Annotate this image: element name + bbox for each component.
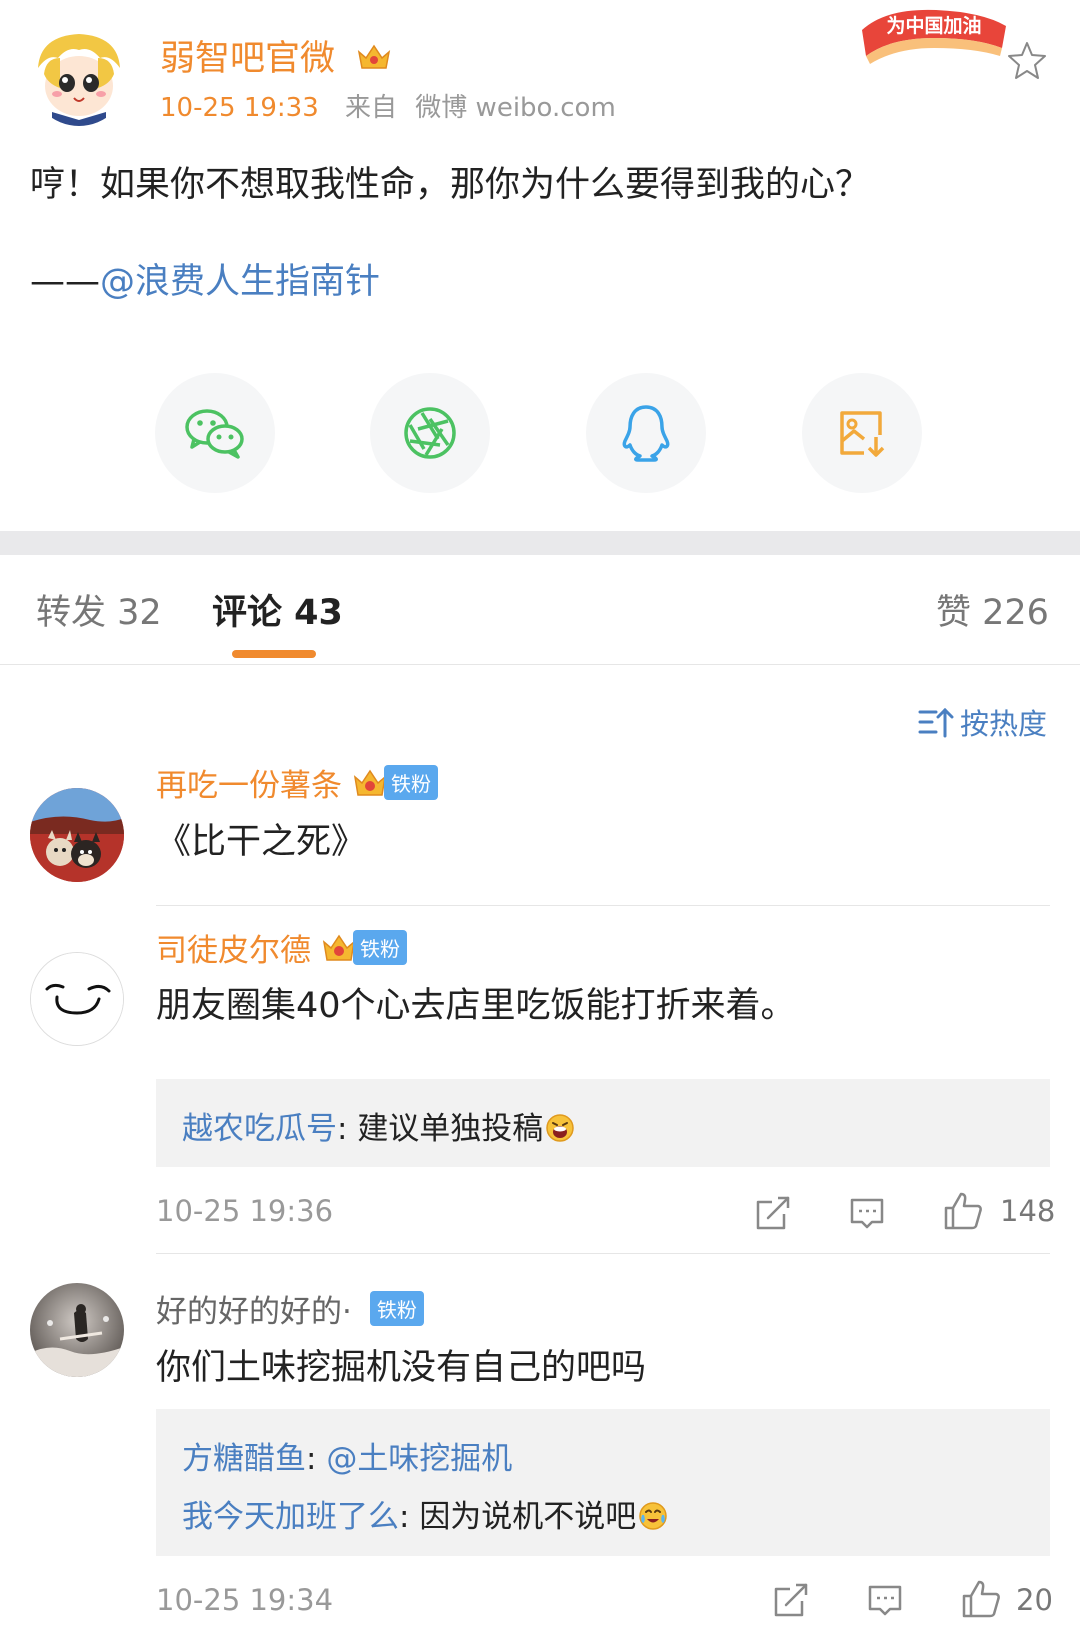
- comment-author[interactable]: 司徒皮尔德 铁粉: [156, 925, 407, 970]
- comment-avatar[interactable]: [30, 1283, 124, 1377]
- like-thumb-icon[interactable]: [942, 1190, 984, 1232]
- reply-separator: :: [399, 1499, 420, 1535]
- sort-label: 按热度: [960, 707, 1048, 741]
- fan-badge-label: 铁粉: [384, 765, 438, 800]
- share-moments-button[interactable]: [370, 373, 490, 493]
- comment-avatar[interactable]: [30, 952, 124, 1046]
- share-qq-button[interactable]: [586, 373, 706, 493]
- like-thumb-icon[interactable]: [960, 1578, 1002, 1620]
- fan-badge[interactable]: 铁粉: [362, 1291, 424, 1326]
- credit-prefix: ——: [30, 262, 100, 302]
- comment-author-name[interactable]: 再吃一份薯条: [156, 760, 342, 805]
- fan-badge-label: 铁粉: [369, 1291, 424, 1326]
- fan-crown-icon: [353, 769, 387, 796]
- comment-text: 朋友圈集40个心去店里吃饭能打折来着。: [156, 986, 796, 1026]
- comment-divider: [156, 905, 1050, 906]
- laughing-emoji-icon: [546, 1114, 575, 1142]
- tab-likes[interactable]: 赞 226: [936, 584, 1049, 635]
- comment-divider: [156, 1253, 1050, 1254]
- crying-laughing-emoji-icon: [639, 1502, 668, 1530]
- favorite-star-icon[interactable]: [1006, 40, 1048, 82]
- cheer-badge-text: 为中国加油: [886, 14, 981, 37]
- reply-separator: :: [337, 1111, 358, 1147]
- comment-replies-box[interactable]: 方糖醋鱼: @土味挖掘机 我今天加班了么: 因为说机不说吧: [156, 1409, 1050, 1556]
- post-body: 哼！如果你不想取我性命，那你为什么要得到我的心？: [30, 165, 871, 205]
- post-credit: ——@浪费人生指南针: [30, 253, 380, 304]
- repost-icon[interactable]: [772, 1581, 810, 1619]
- sort-icon: [918, 707, 954, 738]
- like-count: 20: [1016, 1583, 1053, 1617]
- post-meta: 10-25 19:33 来自 微博 weibo.com: [160, 87, 616, 124]
- comment-time: 10-25 19:34: [156, 1583, 334, 1617]
- vip-crown-icon: [358, 44, 391, 69]
- comment-author[interactable]: 再吃一份薯条 铁粉: [156, 760, 438, 805]
- wechat-icon: [185, 409, 244, 459]
- comment-replies-box[interactable]: 越农吃瓜号: 建议单独投稿: [156, 1079, 1050, 1167]
- reply-author[interactable]: 方糖醋鱼: [182, 1441, 306, 1477]
- save-image-icon: [840, 411, 885, 457]
- active-tab-indicator: [232, 650, 316, 658]
- reply-text: 建议单独投稿: [357, 1111, 544, 1147]
- fan-crown-icon: [322, 934, 356, 961]
- repost-icon[interactable]: [754, 1194, 792, 1232]
- credit-mention-link[interactable]: @浪费人生指南针: [100, 262, 380, 302]
- comment-icon[interactable]: [848, 1194, 886, 1232]
- fan-badge[interactable]: 铁粉: [352, 765, 438, 800]
- comment-text: 你们土味挖掘机没有自己的吧吗: [156, 1348, 647, 1388]
- tab-repost[interactable]: 转发 32: [36, 584, 162, 635]
- moments-icon: [404, 407, 456, 459]
- share-wechat-button[interactable]: [155, 373, 275, 493]
- poster-name[interactable]: 弱智吧官微: [160, 30, 392, 81]
- comment-author-name[interactable]: 好的好的好的·: [156, 1286, 352, 1331]
- reply-line[interactable]: 越农吃瓜号: 建议单独投稿: [182, 1103, 575, 1148]
- share-save-image-button[interactable]: [802, 373, 922, 493]
- fan-badge[interactable]: 铁粉: [321, 930, 407, 965]
- reply-line[interactable]: 方糖醋鱼: @土味挖掘机: [182, 1433, 512, 1478]
- tab-comments[interactable]: 评论 43: [212, 584, 343, 635]
- tabs-divider: [0, 664, 1080, 665]
- reply-line[interactable]: 我今天加班了么: 因为说机不说吧: [182, 1491, 668, 1536]
- post-time: 10-25 19:33: [160, 93, 319, 123]
- post-source[interactable]: 微博 weibo.com: [415, 93, 616, 123]
- reply-author[interactable]: 我今天加班了么: [182, 1499, 399, 1535]
- comment-avatar[interactable]: [30, 788, 124, 882]
- cheer-badge[interactable]: 为中国加油: [856, 0, 1012, 76]
- post-source-prefix: 来自: [345, 93, 398, 123]
- sort-by-hot-button[interactable]: 按热度: [918, 701, 1047, 743]
- like-count: 148: [1000, 1194, 1056, 1228]
- qq-icon: [622, 405, 670, 462]
- comment-icon[interactable]: [866, 1581, 904, 1619]
- poster-avatar[interactable]: [30, 28, 128, 126]
- comment-time: 10-25 19:36: [156, 1194, 334, 1228]
- reply-author[interactable]: 越农吃瓜号: [182, 1111, 337, 1147]
- comment-author-name[interactable]: 司徒皮尔德: [156, 925, 311, 970]
- reply-mention-link[interactable]: @土味挖掘机: [326, 1441, 512, 1477]
- reply-separator: :: [306, 1441, 327, 1477]
- poster-name-text[interactable]: 弱智吧官微: [160, 39, 335, 79]
- comment-text: 《比干之死》: [156, 822, 367, 862]
- section-divider: [0, 531, 1080, 555]
- reply-text: 因为说机不说吧: [419, 1499, 637, 1535]
- fan-badge-label: 铁粉: [353, 930, 407, 965]
- comment-author[interactable]: 好的好的好的· 铁粉: [156, 1286, 424, 1331]
